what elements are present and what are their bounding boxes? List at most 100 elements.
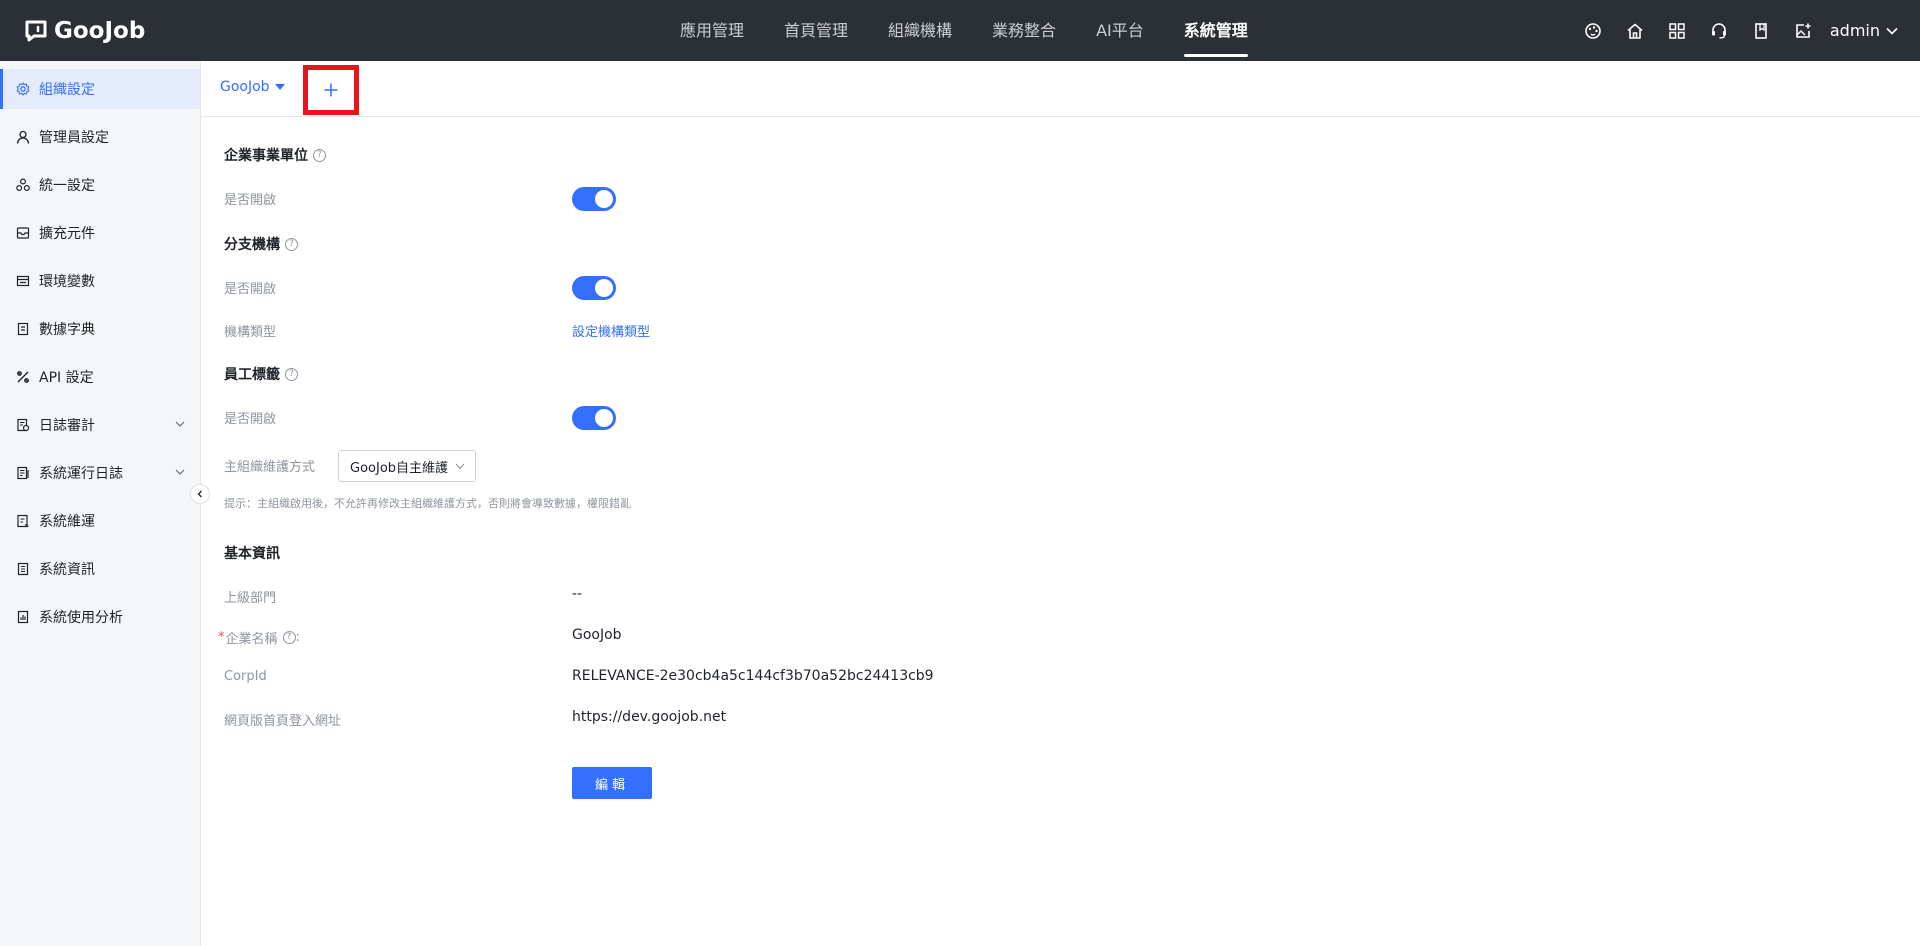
sidebar-item-system-run-log[interactable]: 系統運行日誌 (0, 453, 200, 493)
maintenance-mode-select[interactable]: GooJob自主維護 (338, 450, 476, 482)
sidebar-item-system-info[interactable]: 系統資訊 (0, 549, 200, 589)
brand-logo-text: GooJob (54, 18, 146, 44)
api-icon (16, 370, 30, 384)
sidebar-item-log-audit[interactable]: 日誌審計 (0, 405, 200, 445)
book-icon[interactable] (1740, 0, 1782, 61)
section-title-branch: 分支機構 ? (224, 234, 298, 254)
info-doc-icon (16, 562, 30, 576)
gear-icon (16, 82, 30, 96)
sidebar-collapse-button[interactable] (190, 484, 210, 504)
nav-item-ai-platform[interactable]: AI平台 (1076, 0, 1164, 61)
sidebar-item-label: API 設定 (39, 370, 94, 386)
sidebar-item-label: 系統使用分析 (39, 610, 123, 626)
company-name-label: * 企業名稱 ? : (218, 628, 300, 647)
sidebar: 組織設定 管理員設定 統一設定 擴充元件 環境變數 數據字典 API 設定 日誌… (0, 61, 201, 946)
help-icon[interactable]: ? (285, 367, 298, 381)
nav-item-business-integration[interactable]: 業務整合 (972, 0, 1076, 61)
parent-dept-label: 上級部門 (224, 591, 277, 606)
org-tab-label: GooJob (220, 79, 270, 95)
maintenance-hint: 提示：主組織啟用後，不允許再修改主組織維護方式，否則將會導致數據，權限錯亂 (224, 497, 631, 510)
org-settings-content: 企業事業單位 ? 是否開啟 分支機構 ? 是否開啟 機構類型 設定機構類型 員工… (201, 117, 1920, 946)
main-nav: 應用管理 首頁管理 組織機構 業務整合 AI平台 系統管理 (660, 0, 1268, 61)
audit-icon (16, 418, 30, 432)
edit-button[interactable]: 編輯 (572, 767, 652, 799)
corpid-value: RELEVANCE-2e30cb4a5c144cf3b70a52bc24413c… (572, 668, 934, 684)
section-title-text: 員工標籤 (224, 367, 280, 383)
help-icon[interactable]: ? (282, 631, 296, 644)
web-login-url-label: 網頁版首頁登入網址 (224, 714, 342, 729)
nav-item-app-management[interactable]: 應用管理 (660, 0, 764, 61)
employee-tag-toggle[interactable] (572, 406, 616, 430)
add-org-button[interactable] (303, 65, 359, 115)
brand-logo[interactable]: GooJob (24, 15, 145, 47)
enterprise-unit-toggle[interactable] (572, 187, 616, 211)
sidebar-item-extensions[interactable]: 擴充元件 (0, 213, 200, 253)
box-icon (16, 226, 30, 240)
nav-item-system-management[interactable]: 系統管理 (1164, 0, 1268, 61)
company-name-value: GooJob (572, 627, 622, 643)
employee-tag-enabled-label: 是否開啟 (224, 412, 277, 427)
help-icon[interactable]: ? (313, 148, 326, 162)
logo-icon (25, 20, 47, 42)
enterprise-unit-enabled-label: 是否開啟 (224, 193, 277, 208)
org-tabs-bar: GooJob (201, 61, 1920, 117)
branch-toggle[interactable] (572, 276, 616, 300)
caret-down-icon (274, 83, 285, 90)
user-name: admin (1829, 21, 1880, 40)
set-branch-type-link[interactable]: 設定機構類型 (572, 321, 650, 340)
maintenance-mode-value: GooJob自主維護 (350, 460, 449, 476)
cluster-icon (16, 178, 30, 192)
maintenance-mode-label: 主組織維護方式 (224, 460, 316, 475)
chevron-down-icon (175, 421, 185, 427)
sidebar-item-label: 數據字典 (39, 322, 95, 338)
label-colon: : (295, 630, 300, 645)
parent-dept-value: -- (572, 586, 583, 602)
web-login-url-value: https://dev.goojob.net (572, 709, 727, 725)
section-title-enterprise-unit: 企業事業單位 ? (224, 145, 326, 165)
nav-item-homepage-management[interactable]: 首頁管理 (764, 0, 868, 61)
ops-icon (16, 514, 30, 528)
chevron-left-icon (197, 490, 202, 498)
image-add-icon[interactable] (1782, 0, 1824, 61)
sidebar-item-label: 統一設定 (39, 178, 95, 194)
sidebar-item-label: 管理員設定 (39, 130, 109, 146)
section-title-employee-tag: 員工標籤 ? (224, 364, 298, 384)
user-icon (16, 130, 30, 144)
grid-apps-icon[interactable] (1656, 0, 1698, 61)
sidebar-item-unified-settings[interactable]: 統一設定 (0, 165, 200, 205)
plus-icon (324, 83, 338, 97)
sidebar-item-data-dictionary[interactable]: 數據字典 (0, 309, 200, 349)
chevron-down-icon (455, 463, 465, 470)
log-icon (16, 466, 30, 480)
home-icon[interactable] (1614, 0, 1656, 61)
sidebar-item-label: 系統運行日誌 (39, 466, 123, 482)
branch-type-label: 機構類型 (224, 325, 277, 340)
sidebar-item-label: 系統維運 (39, 514, 95, 530)
sidebar-item-api-settings[interactable]: API 設定 (0, 357, 200, 397)
branch-enabled-label: 是否開啟 (224, 282, 277, 297)
chevron-down-icon (175, 469, 185, 475)
window-icon (16, 274, 30, 288)
sidebar-item-label: 環境變數 (39, 274, 95, 290)
sidebar-item-org-settings[interactable]: 組織設定 (0, 69, 200, 109)
palette-icon[interactable] (1572, 0, 1614, 61)
sidebar-item-admin-settings[interactable]: 管理員設定 (0, 117, 200, 157)
company-name-label-text: 企業名稱 (225, 632, 278, 647)
top-navigation-bar: GooJob 應用管理 首頁管理 組織機構 業務整合 AI平台 系統管理 adm… (0, 0, 1920, 61)
help-icon[interactable]: ? (285, 237, 298, 251)
section-title-text: 分支機構 (224, 237, 280, 253)
sidebar-item-usage-analysis[interactable]: 系統使用分析 (0, 597, 200, 637)
sidebar-item-label: 日誌審計 (39, 418, 95, 434)
nav-item-organization[interactable]: 組織機構 (868, 0, 972, 61)
org-tab-goojob[interactable]: GooJob (220, 79, 285, 95)
analysis-icon (16, 610, 30, 624)
required-mark: * (218, 630, 225, 645)
sidebar-item-system-ops[interactable]: 系統維運 (0, 501, 200, 541)
sidebar-item-label: 組織設定 (39, 82, 95, 98)
sidebar-item-env-variables[interactable]: 環境變數 (0, 261, 200, 301)
user-menu[interactable]: admin (1830, 21, 1898, 40)
sidebar-item-label: 擴充元件 (39, 226, 95, 242)
book-icon (16, 322, 30, 336)
section-title-basic-info: 基本資訊 (224, 546, 280, 562)
support-headset-icon[interactable] (1698, 0, 1740, 61)
